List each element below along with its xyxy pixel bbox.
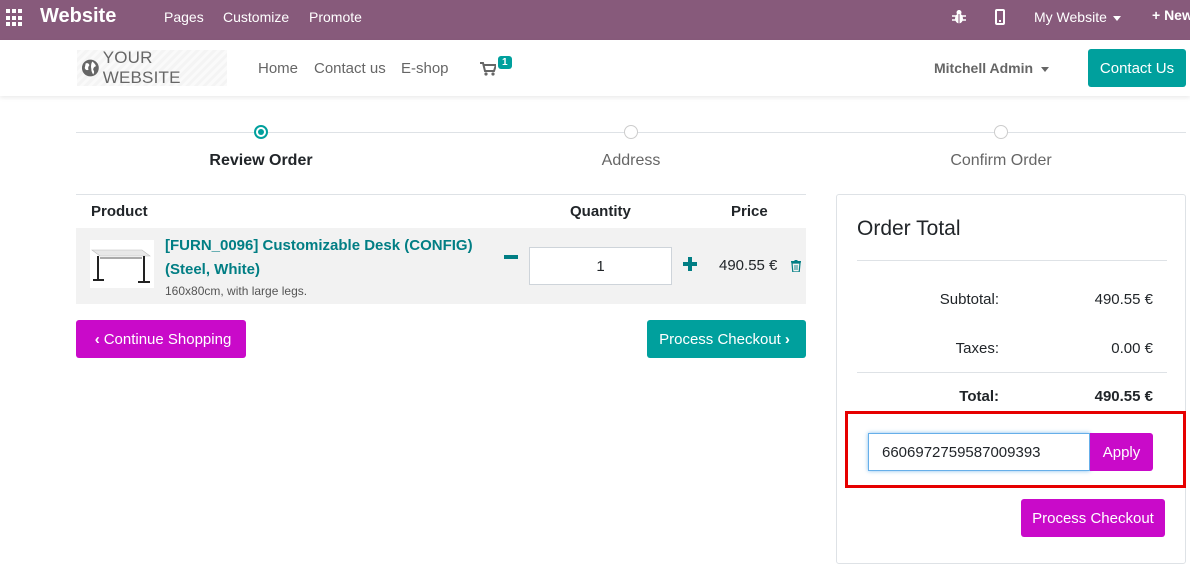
app-brand[interactable]: Website xyxy=(40,5,116,28)
plus-icon[interactable] xyxy=(683,257,697,271)
minus-icon[interactable] xyxy=(504,255,518,259)
continue-shopping-label: Continue Shopping xyxy=(103,330,232,348)
menu-promote[interactable]: Promote xyxy=(309,9,362,25)
trash-icon[interactable] xyxy=(791,260,801,272)
apply-promo-button[interactable]: Apply xyxy=(1090,433,1153,471)
continue-shopping-button[interactable]: ‹ Continue Shopping xyxy=(76,320,246,358)
nav-contact-us[interactable]: Contact us xyxy=(314,60,386,77)
subtotal-label: Subtotal: xyxy=(939,291,999,308)
product-image[interactable] xyxy=(90,240,154,288)
taxes-value: 0.00 € xyxy=(1111,340,1153,357)
step-address: Address xyxy=(601,152,661,169)
my-website-label: My Website xyxy=(1034,9,1107,25)
divider xyxy=(857,372,1167,373)
bug-icon[interactable] xyxy=(952,9,966,25)
user-menu-dropdown[interactable]: Mitchell Admin xyxy=(934,60,1050,76)
mobile-preview-icon[interactable] xyxy=(995,9,1005,25)
header-product: Product xyxy=(91,203,148,220)
step-review-order: Review Order xyxy=(209,152,313,169)
logo-text: YOUR WEBSITE xyxy=(102,48,181,87)
shopping-cart-icon[interactable] xyxy=(480,62,496,76)
globe-icon xyxy=(81,59,99,77)
contact-us-button[interactable]: Contact Us xyxy=(1088,49,1186,87)
caret-down-icon xyxy=(1041,66,1050,72)
chevron-right-icon: › xyxy=(784,330,790,348)
product-name-link[interactable]: [FURN_0096] Customizable Desk (CONFIG) (… xyxy=(165,234,495,282)
new-content-button[interactable]: + New xyxy=(1152,7,1190,23)
order-process-checkout-button[interactable]: Process Checkout xyxy=(1021,499,1165,537)
cart-table: Product Quantity Price [FURN_0096] Custo… xyxy=(76,194,806,304)
cart-table-header: Product Quantity Price xyxy=(76,194,806,228)
order-total-title: Order Total xyxy=(857,217,961,240)
header-price: Price xyxy=(731,203,768,220)
total-value: 490.55 € xyxy=(1094,388,1153,405)
step-dot-review xyxy=(254,125,268,139)
divider xyxy=(857,260,1167,261)
nav-eshop[interactable]: E-shop xyxy=(401,60,449,77)
step-confirm-order: Confirm Order xyxy=(950,152,1052,169)
taxes-label: Taxes: xyxy=(955,340,999,357)
nav-home[interactable]: Home xyxy=(258,60,298,77)
promo-code-input[interactable] xyxy=(868,433,1090,471)
header-quantity: Quantity xyxy=(570,203,631,220)
user-name: Mitchell Admin xyxy=(934,60,1034,76)
subtotal-value: 490.55 € xyxy=(1094,291,1153,308)
my-website-dropdown[interactable]: My Website xyxy=(1034,9,1121,25)
menu-customize[interactable]: Customize xyxy=(223,9,289,25)
menu-pages[interactable]: Pages xyxy=(164,9,204,25)
process-checkout-label: Process Checkout xyxy=(659,330,781,348)
chevron-left-icon: ‹ xyxy=(94,330,100,348)
cart-count-badge: 1 xyxy=(498,56,512,69)
product-price: 490.55 € xyxy=(719,257,778,274)
admin-topbar: Website Pages Customize Promote My Websi… xyxy=(0,0,1190,40)
apps-grid-icon[interactable] xyxy=(6,9,24,27)
total-label: Total: xyxy=(959,388,999,405)
table-row: [FURN_0096] Customizable Desk (CONFIG) (… xyxy=(76,228,806,304)
quantity-input[interactable] xyxy=(529,247,672,285)
product-description: 160x80cm, with large legs. xyxy=(165,284,308,298)
process-checkout-button[interactable]: Process Checkout › xyxy=(647,320,806,358)
caret-down-icon xyxy=(1112,15,1121,21)
step-dot-address xyxy=(624,125,638,139)
website-logo[interactable]: YOUR WEBSITE xyxy=(77,48,227,87)
step-dot-confirm xyxy=(994,125,1008,139)
website-navbar: YOUR WEBSITE Home Contact us E-shop 1 Mi… xyxy=(0,40,1190,96)
